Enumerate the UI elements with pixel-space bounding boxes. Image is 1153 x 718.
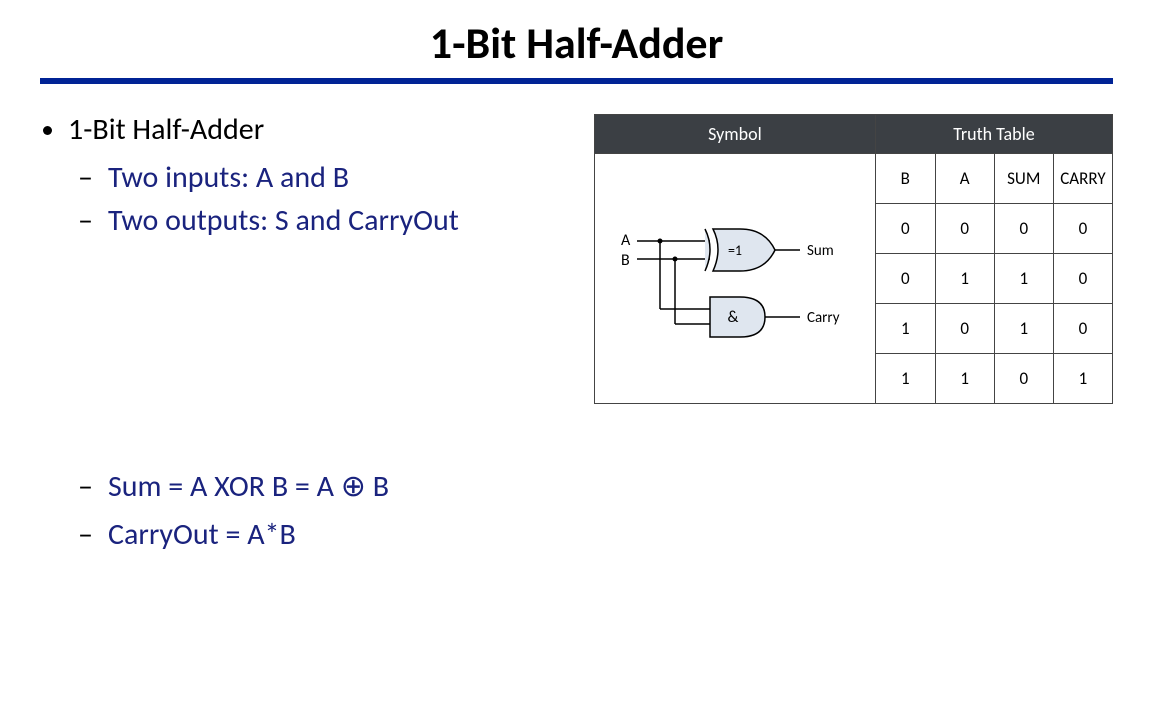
right-panel: Symbol A B	[594, 114, 1113, 404]
main-bullet-text: 1-Bit Half-Adder	[68, 111, 264, 148]
title-divider	[40, 78, 1113, 84]
col-header: B	[876, 154, 935, 204]
truth-table-body: 0 0 0 0 0 1 1 0 1 0	[876, 204, 1113, 404]
col-header: CARRY	[1053, 154, 1112, 204]
sub-bullet: Two inputs: A and B	[78, 156, 584, 200]
slide: 1-Bit Half-Adder 1-Bit Half-Adder Two in…	[0, 0, 1153, 718]
label-sum: Sum	[807, 242, 834, 260]
cell: 0	[1053, 304, 1112, 354]
cell: 1	[1053, 354, 1112, 404]
col-header: SUM	[994, 154, 1053, 204]
truth-table-header: Truth Table	[876, 115, 1113, 154]
cell: 0	[876, 254, 935, 304]
cell: 1	[876, 304, 935, 354]
and-gate-label: &	[727, 308, 738, 327]
cell: 0	[994, 204, 1053, 254]
equation-bullet-list: Sum = A XOR B = A ⊕ B CarryOut = A*B	[40, 463, 584, 559]
cell: 1	[876, 354, 935, 404]
cell: 1	[935, 354, 994, 404]
cell: 0	[935, 304, 994, 354]
table-row: 1 0 1 0	[876, 304, 1113, 354]
symbol-column: Symbol A B	[595, 115, 876, 404]
top-bullet-list: 1-Bit Half-Adder Two inputs: A and B Two…	[40, 108, 584, 243]
table-row: 0 0 0 0	[876, 204, 1113, 254]
cell: 1	[994, 304, 1053, 354]
left-text-column: 1-Bit Half-Adder Two inputs: A and B Two…	[40, 108, 584, 589]
table-header-row: B A SUM CARRY	[876, 154, 1113, 204]
cell: 1	[994, 254, 1053, 304]
cell: 0	[1053, 254, 1112, 304]
table-row: 1 1 0 1	[876, 354, 1113, 404]
sub-bullet-list: Two inputs: A and B Two outputs: S and C…	[68, 156, 584, 243]
cell: 0	[935, 204, 994, 254]
cell: 0	[876, 204, 935, 254]
truth-table: B A SUM CARRY 0 0 0 0	[876, 154, 1113, 404]
col-header: A	[935, 154, 994, 204]
main-bullet: 1-Bit Half-Adder Two inputs: A and B Two…	[68, 108, 584, 243]
truth-table-column: Truth Table B A SUM CARRY 0 0	[876, 115, 1113, 404]
content-row: 1-Bit Half-Adder Two inputs: A and B Two…	[40, 108, 1113, 589]
label-carry: Carry	[807, 309, 840, 327]
equation-bullet: CarryOut = A*B	[78, 511, 584, 559]
label-a: A	[621, 231, 631, 250]
sub-bullet: Two outputs: S and CarryOut	[78, 199, 584, 243]
page-title: 1-Bit Half-Adder	[40, 16, 1113, 70]
xor-gate-label: =1	[728, 242, 742, 259]
equation-bullet: Sum = A XOR B = A ⊕ B	[78, 463, 584, 511]
cell: 0	[994, 354, 1053, 404]
cell: 0	[1053, 204, 1112, 254]
symbol-header: Symbol	[595, 115, 875, 154]
symbol-body: A B	[595, 154, 875, 403]
label-b: B	[621, 251, 630, 270]
half-adder-diagram: A B	[615, 199, 855, 359]
table-row: 0 1 1 0	[876, 254, 1113, 304]
cell: 1	[935, 254, 994, 304]
